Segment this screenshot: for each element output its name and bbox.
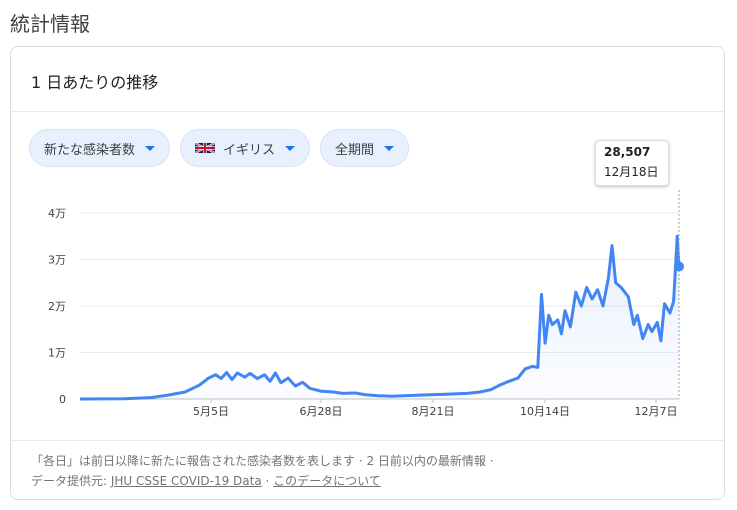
caret-down-icon [145, 145, 156, 151]
card-title: 1 日あたりの推移 [31, 73, 159, 92]
metric-dropdown[interactable]: 新たな感染者数 [29, 129, 171, 167]
chart-tooltip: 28,507 12月18日 [595, 140, 669, 186]
metric-label: 新たな感染者数 [44, 142, 136, 158]
filter-chips: 新たな感染者数 イギリス 全期間 [29, 129, 410, 167]
period-dropdown[interactable]: 全期間 [320, 129, 410, 167]
source-link[interactable]: JHU CSSE COVID-19 Data [111, 474, 262, 488]
footer-divider [11, 440, 724, 441]
footer-line-2: データ提供元: JHU CSSE COVID-19 Data · このデータにつ… [31, 471, 494, 491]
caret-down-icon [384, 145, 395, 151]
about-data-link[interactable]: このデータについて [273, 474, 381, 488]
tooltip-date: 12月18日 [604, 165, 659, 179]
footer-line-1: 「各日」は前日以降に新たに報告された感染者数を表します · 2 日前以内の最新情… [31, 454, 494, 468]
caret-down-icon [285, 145, 296, 151]
footer-note: 「各日」は前日以降に新たに報告された感染者数を表します · 2 日前以内の最新情… [31, 451, 494, 491]
stats-card: 1 日あたりの推移 新たな感染者数 イギリス 全期間 「各日」は前日以降に新たに… [10, 46, 725, 500]
footer-separator: · [261, 474, 274, 488]
page-heading: 統計情報 [10, 12, 90, 36]
tooltip-value: 28,507 [604, 145, 651, 159]
title-divider [11, 111, 724, 112]
period-label: 全期間 [335, 142, 375, 158]
region-label: イギリス [223, 142, 276, 158]
region-dropdown[interactable]: イギリス [180, 129, 311, 167]
uk-flag-icon [195, 142, 216, 154]
source-prefix: データ提供元: [31, 474, 111, 488]
